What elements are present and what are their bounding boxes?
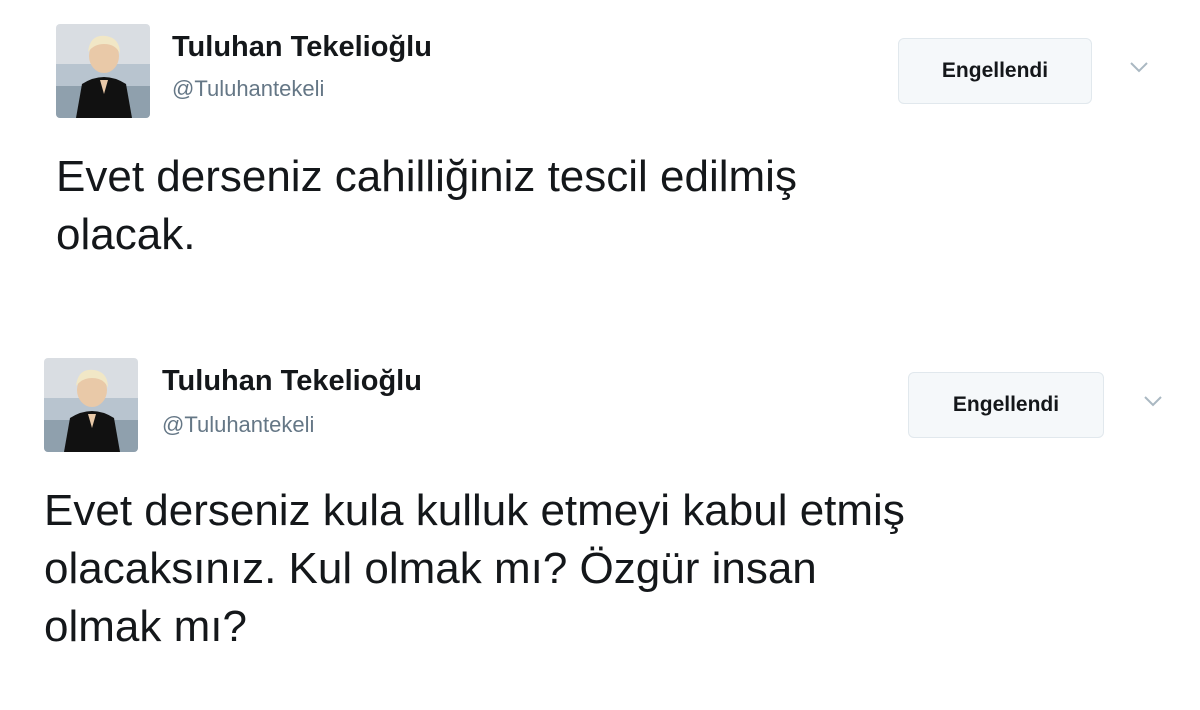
blocked-button[interactable]: Engellendi [908, 372, 1104, 438]
tweet-text-body: Evet derseniz cahilliğiniz tescil edilmi… [56, 152, 797, 259]
author-handle[interactable]: @Tuluhantekeli [162, 412, 314, 438]
tweet-2: Tuluhan Tekelioğlu @Tuluhantekeli Engell… [0, 340, 1200, 710]
author-name[interactable]: Tuluhan Tekelioğlu [172, 30, 432, 64]
chevron-down-icon[interactable] [1124, 52, 1154, 82]
author-handle[interactable]: @Tuluhantekeli [172, 76, 324, 102]
tweet-1: Tuluhan Tekelioğlu @Tuluhantekeli Engell… [0, 0, 1200, 300]
blocked-button[interactable]: Engellendi [898, 38, 1092, 104]
author-name[interactable]: Tuluhan Tekelioğlu [162, 364, 422, 398]
profile-photo-icon [56, 24, 150, 118]
avatar[interactable] [44, 358, 138, 452]
avatar[interactable] [56, 24, 150, 118]
tweet-text-body: Evet derseniz kula kulluk etmeyi kabul e… [44, 486, 905, 651]
tweet-text: Evet derseniz cahilliğiniz tescil edilmi… [56, 148, 797, 264]
chevron-down-icon[interactable] [1138, 386, 1168, 416]
profile-photo-icon [44, 358, 138, 452]
tweet-text: Evet derseniz kula kulluk etmeyi kabul e… [44, 482, 905, 656]
